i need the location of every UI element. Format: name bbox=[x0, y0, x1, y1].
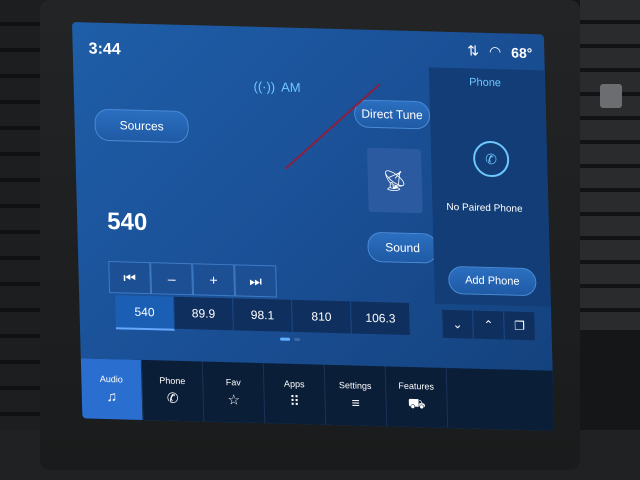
star-icon: ☆ bbox=[227, 390, 241, 408]
temperature: 68° bbox=[510, 44, 533, 61]
current-frequency: 540 bbox=[106, 207, 148, 237]
nav-fav[interactable]: Fav ☆ bbox=[202, 361, 266, 424]
status-time: 3:44 bbox=[88, 40, 121, 59]
nav-features-label: Features bbox=[398, 380, 435, 392]
preset-2[interactable]: 89.9 bbox=[174, 296, 234, 331]
seek-back-button[interactable]: ⏮ bbox=[108, 261, 152, 295]
sound-button[interactable]: Sound bbox=[367, 231, 438, 264]
nav-audio[interactable]: Audio ♫ bbox=[80, 358, 144, 421]
car-icon: ⛟ bbox=[407, 394, 426, 411]
page-dot bbox=[294, 337, 301, 342]
seek-back-icon: ⏮ bbox=[123, 268, 137, 286]
broadcast-icon: ((·)) bbox=[253, 78, 276, 95]
vent-knob bbox=[600, 84, 622, 108]
seek-forward-button[interactable]: ⏭ bbox=[234, 264, 277, 298]
nav-settings-label: Settings bbox=[338, 380, 372, 391]
minus-icon: – bbox=[167, 270, 176, 287]
nav-apps[interactable]: Apps ⠿ bbox=[263, 363, 327, 425]
chevron-up-icon: ⌃ bbox=[483, 317, 494, 333]
status-bar-right: ⇅ ◠ 68° bbox=[467, 42, 533, 61]
tune-controls: ⏮ – + ⏭ bbox=[108, 261, 277, 298]
panel-controls: ⌄ ⌃ ❐ bbox=[441, 309, 535, 341]
nav-settings[interactable]: Settings ≡ bbox=[324, 364, 388, 427]
band-label: AM bbox=[280, 79, 301, 96]
nav-audio-label: Audio bbox=[99, 373, 123, 385]
radio-band-indicator: ((·)) AM bbox=[253, 79, 301, 95]
phone-status: No Paired Phone bbox=[446, 201, 523, 215]
station-art: 📡︎ bbox=[366, 147, 423, 214]
sources-button[interactable]: Sources bbox=[94, 108, 190, 144]
tune-up-button[interactable]: + bbox=[192, 263, 236, 297]
preset-4[interactable]: 810 bbox=[292, 299, 352, 334]
phone-handset-icon: ✆ bbox=[485, 150, 498, 167]
wifi-icon: ◠ bbox=[488, 42, 502, 60]
radio-tower-icon: 📡︎ bbox=[381, 169, 408, 193]
add-phone-button[interactable]: Add Phone bbox=[447, 265, 537, 297]
copy-icon: ❐ bbox=[513, 318, 526, 333]
direct-tune-button[interactable]: Direct Tune bbox=[353, 99, 431, 130]
chevron-down-icon: ⌄ bbox=[452, 317, 463, 332]
nav-features[interactable]: Features ⛟ bbox=[385, 366, 449, 429]
infotainment-screen: 3:44 ⇅ ◠ 68° ((·)) AM Sources Direct Tun… bbox=[72, 22, 555, 431]
nav-phone[interactable]: Phone ✆ bbox=[141, 359, 205, 422]
split-view-button[interactable]: ❐ bbox=[503, 311, 535, 341]
signal-icon: ⇅ bbox=[467, 42, 480, 59]
preset-1[interactable]: 540 bbox=[115, 295, 175, 331]
phone-icon: ✆ bbox=[166, 389, 179, 406]
preset-page-indicator bbox=[280, 337, 301, 342]
right-air-vent bbox=[580, 0, 640, 330]
nav-apps-label: Apps bbox=[283, 378, 305, 389]
apps-grid-icon: ⠿ bbox=[289, 392, 301, 409]
sliders-icon: ≡ bbox=[351, 394, 360, 411]
tune-down-button[interactable]: – bbox=[150, 262, 194, 296]
expand-button[interactable]: ⌃ bbox=[472, 310, 504, 340]
page-dot-active bbox=[280, 337, 291, 341]
phone-panel-title: Phone bbox=[469, 76, 502, 90]
preset-bar: 540 89.9 98.1 810 106.3 bbox=[115, 295, 411, 337]
nav-fav-label: Fav bbox=[225, 376, 241, 388]
collapse-button[interactable]: ⌄ bbox=[441, 309, 473, 339]
music-note-icon: ♫ bbox=[106, 388, 118, 405]
preset-3[interactable]: 98.1 bbox=[233, 298, 293, 332]
nav-phone-label: Phone bbox=[159, 374, 186, 386]
plus-icon: + bbox=[209, 271, 218, 288]
bottom-nav-bar: Audio ♫ Phone ✆ Fav ☆ Apps ⠿ Settings ≡ … bbox=[80, 358, 555, 431]
seek-forward-icon: ⏭ bbox=[249, 272, 263, 289]
preset-5[interactable]: 106.3 bbox=[351, 301, 411, 335]
